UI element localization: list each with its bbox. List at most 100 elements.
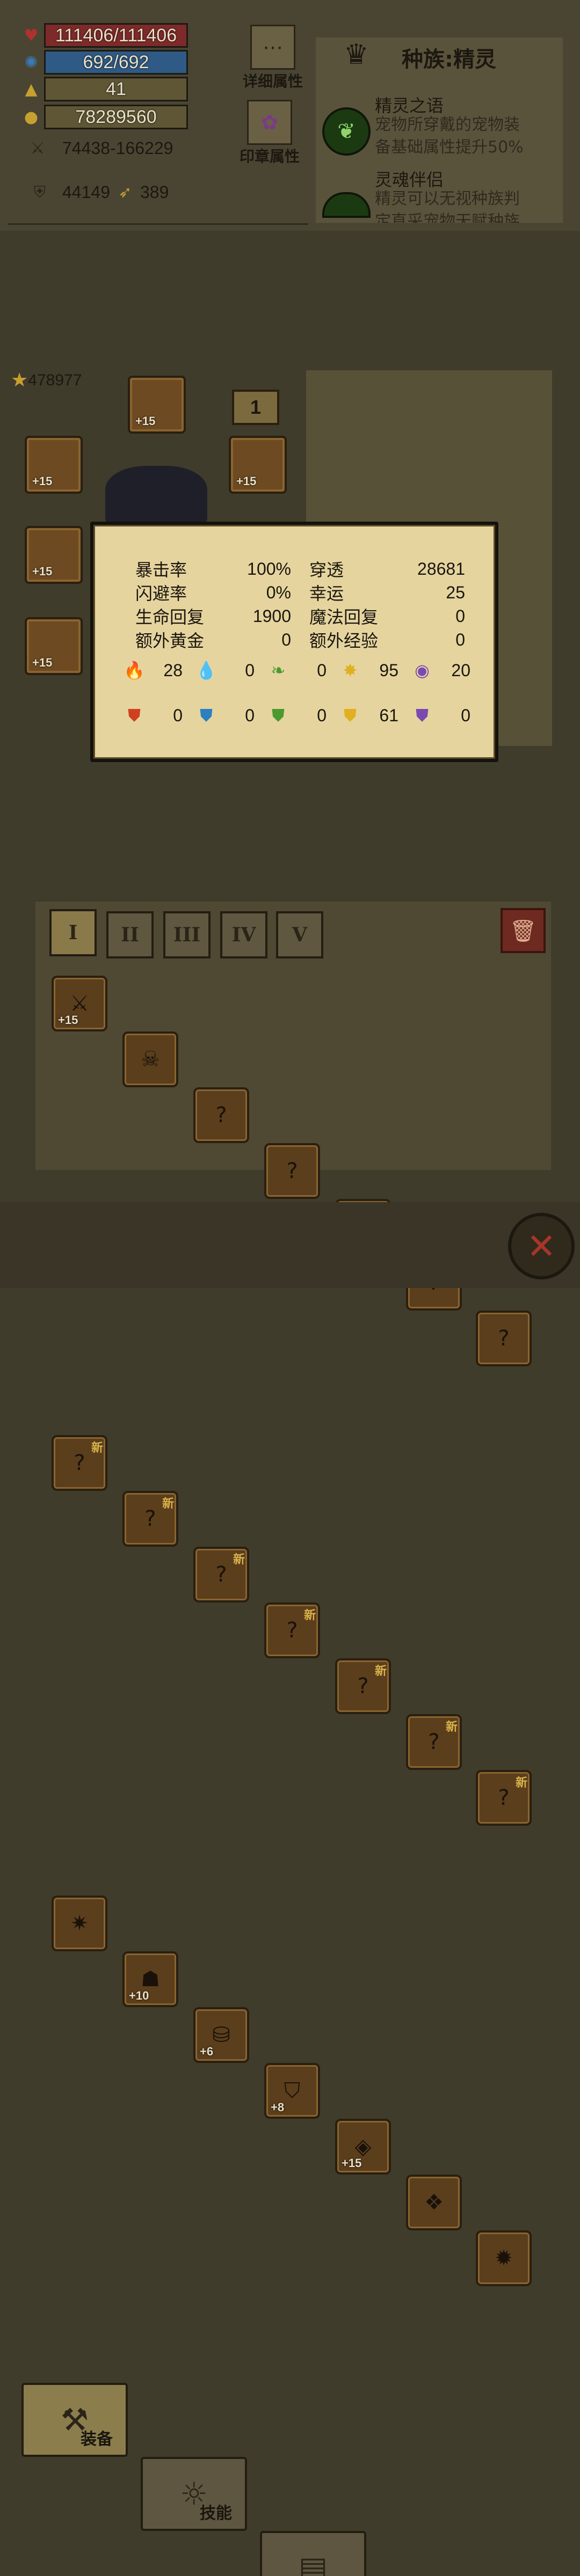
inventory-slot-new[interactable]: ? 新 xyxy=(264,1602,320,1658)
level-row: ▲ 41 xyxy=(21,77,188,101)
item-level: +8 xyxy=(271,2101,285,2114)
close-icon[interactable]: ✕ xyxy=(508,1213,575,1279)
equip-level: +15 xyxy=(32,656,53,669)
stat-label: 闪避率 xyxy=(135,583,187,604)
attributes-tooltip: 暴击率 100% 穿透 28681 闪避率 0% 幸运 25 生命回复 1900… xyxy=(90,522,498,762)
resist-elements-row: ⛊ 0 ⛊ 0 ⛊ 0 ⛊ 61 ⛊ 0 xyxy=(124,702,483,729)
nav-equip-button[interactable]: ⚒ 装备 xyxy=(21,2383,128,2457)
equip-level: +15 xyxy=(32,474,53,488)
inventory-slot-unknown[interactable]: ? xyxy=(476,1311,532,1366)
dark-resist-icon: ⛊ xyxy=(415,705,429,726)
defense-value: 44149 xyxy=(62,182,110,202)
stat-label: 额外经验 xyxy=(309,631,379,651)
stat-label: 生命回复 xyxy=(135,607,205,627)
tooltip-stats: 暴击率 100% 穿透 28681 闪避率 0% 幸运 25 生命回复 1900… xyxy=(135,557,468,652)
water-attack-icon: 💧 xyxy=(195,660,217,680)
fire-attack-icon: 🔥 xyxy=(124,660,145,680)
inventory-slot[interactable]: ⛉ +8 xyxy=(264,2063,320,2119)
light-attack-value: 95 xyxy=(379,660,398,680)
tooltip-row: 生命回复 1900 魔法回复 0 xyxy=(135,604,468,628)
skill-name-1: 精灵之语 xyxy=(375,96,444,116)
item-level: +6 xyxy=(200,2045,214,2058)
inventory-slot-unknown[interactable]: ? xyxy=(193,1087,249,1143)
attack-stat: ⚔ 74438-166229 xyxy=(28,138,173,158)
elf-language-icon: ❦ xyxy=(322,107,371,156)
skill-desc-2a: 精灵可以无视种族判 xyxy=(375,189,520,208)
mp-bar: 692/692 xyxy=(44,50,188,75)
seal-attributes-label: 印章属性 xyxy=(240,148,300,165)
shield-icon: ⛨ xyxy=(33,183,46,202)
inventory-slot[interactable]: ⚔ +15 xyxy=(52,976,107,1031)
inventory-slot-unknown[interactable]: ? xyxy=(264,1143,320,1199)
equip-slot-armor[interactable]: +15 xyxy=(25,436,83,494)
level-value: 41 xyxy=(44,77,188,101)
tooltip-row: 额外黄金 0 额外经验 0 xyxy=(135,628,468,652)
inventory-slot[interactable]: ❖ xyxy=(406,2175,462,2230)
light-resist-icon: ⛊ xyxy=(343,705,357,726)
new-badge: 新 xyxy=(91,1441,103,1455)
crossed-swords-icon: ⚔ xyxy=(30,139,45,158)
bag-tab-3[interactable]: III xyxy=(163,911,211,958)
bottom-nav xyxy=(0,1202,580,1288)
equip-level: +15 xyxy=(32,565,53,578)
inventory-slot-new[interactable]: ? 新 xyxy=(406,1714,462,1770)
page-badge[interactable]: 1 xyxy=(232,390,279,425)
stat-label: 幸运 xyxy=(309,583,344,604)
equip-slot-weapon[interactable]: +15 xyxy=(25,526,83,584)
water-resist-icon: ⛊ xyxy=(199,705,213,726)
tooltip-row: 暴击率 100% 穿透 28681 xyxy=(135,557,468,581)
inventory-slot-new[interactable]: ? 新 xyxy=(335,1658,391,1714)
equip-slot-boots[interactable]: +15 xyxy=(25,617,83,675)
equip-slot-head[interactable]: +15 xyxy=(128,376,186,434)
bag-tab-1[interactable]: I xyxy=(49,909,97,956)
trash-icon[interactable]: 🗑 xyxy=(501,908,546,953)
inventory-slot-new[interactable]: ? 新 xyxy=(122,1491,178,1547)
character-avatar xyxy=(105,466,207,525)
seal-attributes-button[interactable]: ✿ 印章属性 xyxy=(240,100,300,166)
inventory-slot[interactable]: ☗ +10 xyxy=(122,1951,178,2007)
journal-icon: ▤ xyxy=(298,2550,328,2576)
attack-value: 74438-166229 xyxy=(62,138,173,158)
bag-tab-5[interactable]: V xyxy=(276,911,323,958)
heart-icon: ♥ xyxy=(24,26,39,45)
inventory-slot-new[interactable]: ? 新 xyxy=(193,1547,249,1602)
dark-attack-value: 20 xyxy=(451,660,470,680)
gold-row: ● 78289560 xyxy=(21,105,188,129)
stat-value: 0 xyxy=(281,630,291,649)
more-dots-icon: ⋯ xyxy=(250,25,295,70)
speed-icon: ➶ xyxy=(118,183,132,202)
nature-resist-value: 0 xyxy=(317,705,327,725)
light-resist-value: 61 xyxy=(379,705,398,725)
stat-label: 额外黄金 xyxy=(135,631,205,651)
equip-slot-ring[interactable]: +15 xyxy=(229,436,287,494)
stat-value: 1900 xyxy=(252,606,291,626)
flower-seal-icon: ✿ xyxy=(247,100,292,145)
bag-tab-4[interactable]: IV xyxy=(220,911,267,958)
inventory-slot[interactable]: ◈ +15 xyxy=(335,2119,391,2175)
inventory-slot-new[interactable]: ? 新 xyxy=(476,1770,532,1826)
nav-skills-button[interactable]: ☼ 技能 xyxy=(141,2457,247,2531)
tooltip-row: 闪避率 0% 幸运 25 xyxy=(135,581,468,604)
fire-attack-value: 28 xyxy=(163,660,183,680)
inventory-slot[interactable]: ✷ xyxy=(52,1896,107,1951)
star-score: ★ 478977 xyxy=(11,369,82,391)
gold-value: 78289560 xyxy=(44,105,188,129)
star-icon: ★ xyxy=(11,369,28,391)
inventory-slot[interactable]: ☠ xyxy=(122,1031,178,1087)
item-level: +15 xyxy=(342,2156,362,2170)
nav-equip-label: 装备 xyxy=(81,2430,113,2449)
nav-log-button[interactable]: ▤ 日志 xyxy=(260,2531,366,2576)
inventory-slot-new[interactable]: ? 新 xyxy=(52,1435,107,1491)
new-badge: 新 xyxy=(233,1553,245,1567)
detail-attributes-button[interactable]: ⋯ 详细属性 xyxy=(243,25,303,91)
race-title: 种族:精灵 xyxy=(402,47,496,72)
inventory-slot[interactable]: ⛁ +6 xyxy=(193,2007,249,2063)
stat-value: 100% xyxy=(247,559,291,579)
gold-coin-icon: ● xyxy=(24,107,39,127)
nav-skills-label: 技能 xyxy=(200,2504,232,2523)
stat-value: 0 xyxy=(455,630,465,649)
fire-resist-value: 0 xyxy=(173,705,183,725)
bag-tab-2[interactable]: II xyxy=(106,911,154,958)
inventory-slot[interactable]: ✹ xyxy=(476,2230,532,2286)
nature-attack-value: 0 xyxy=(317,660,327,680)
